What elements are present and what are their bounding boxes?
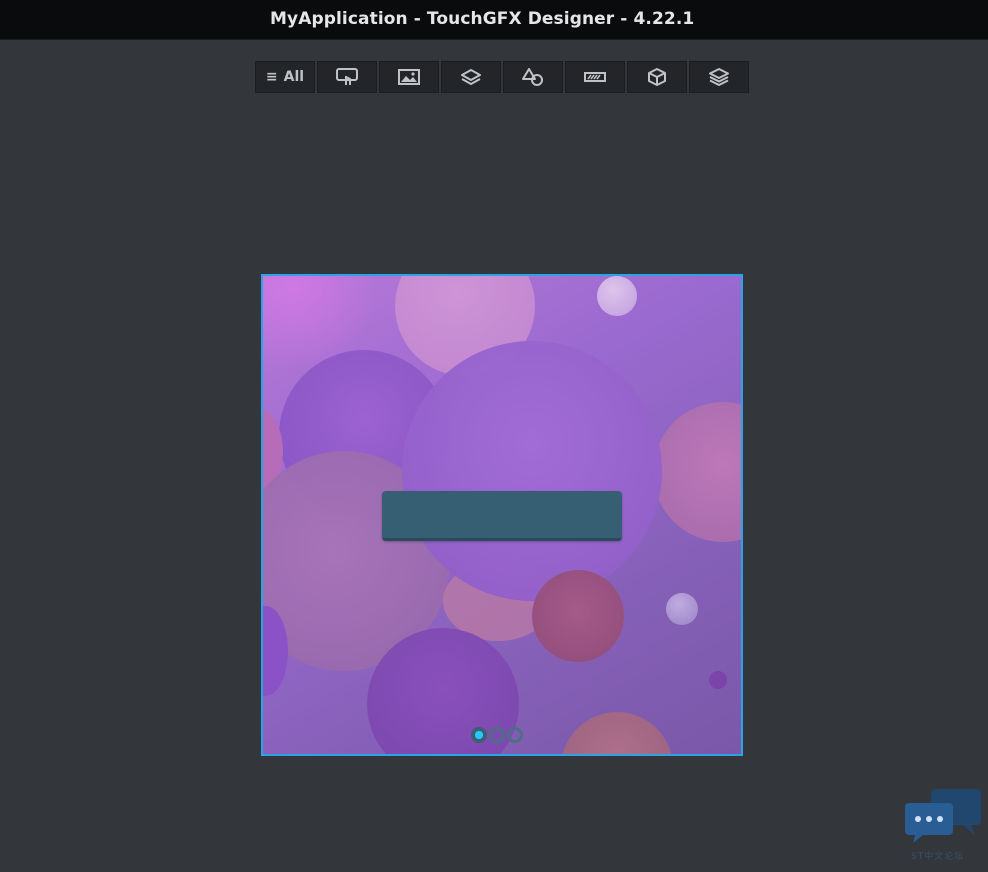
- background-bubble: [666, 593, 698, 625]
- page-dot-2[interactable]: [489, 727, 505, 743]
- filter-shapes-button[interactable]: [503, 61, 563, 93]
- filter-3d-button[interactable]: [627, 61, 687, 93]
- image-icon: [398, 69, 420, 85]
- filter-progress-button[interactable]: [565, 61, 625, 93]
- filter-all-label: All: [283, 69, 305, 85]
- filter-stack-button[interactable]: [689, 61, 749, 93]
- page-dot-1[interactable]: [471, 727, 487, 743]
- background-bubble: [597, 276, 637, 316]
- hamburger-icon: ≡: [265, 69, 278, 85]
- window-title: MyApplication - TouchGFX Designer - 4.22…: [270, 9, 695, 29]
- page-indicator: [471, 727, 523, 743]
- progress-icon: [584, 72, 606, 82]
- background-bubble: [532, 570, 624, 662]
- background-bubble: [561, 712, 673, 754]
- stack-icon: [709, 68, 729, 86]
- center-button[interactable]: [382, 491, 622, 541]
- screen-canvas[interactable]: [261, 274, 743, 756]
- filter-touch-button[interactable]: [317, 61, 377, 93]
- touch-icon: [336, 68, 358, 85]
- title-bar: MyApplication - TouchGFX Designer - 4.22…: [0, 0, 988, 40]
- background-bubble: [709, 671, 727, 689]
- filter-all-button[interactable]: ≡ All: [255, 61, 315, 93]
- forum-watermark: ST中文论坛: [905, 785, 985, 865]
- background-bubble: [402, 341, 662, 601]
- filter-container-button[interactable]: [441, 61, 501, 93]
- page-dot-3[interactable]: [507, 727, 523, 743]
- filter-image-button[interactable]: [379, 61, 439, 93]
- bubble-background-image: [263, 276, 741, 754]
- chat-bubbles-icon: [905, 789, 981, 843]
- background-bubble: [653, 402, 741, 542]
- widget-filter-toolbar: ≡ All: [255, 61, 749, 93]
- cube-icon: [648, 68, 666, 86]
- layers-icon: [461, 69, 481, 85]
- watermark-text: ST中文论坛: [911, 852, 965, 862]
- shapes-icon: [522, 68, 543, 86]
